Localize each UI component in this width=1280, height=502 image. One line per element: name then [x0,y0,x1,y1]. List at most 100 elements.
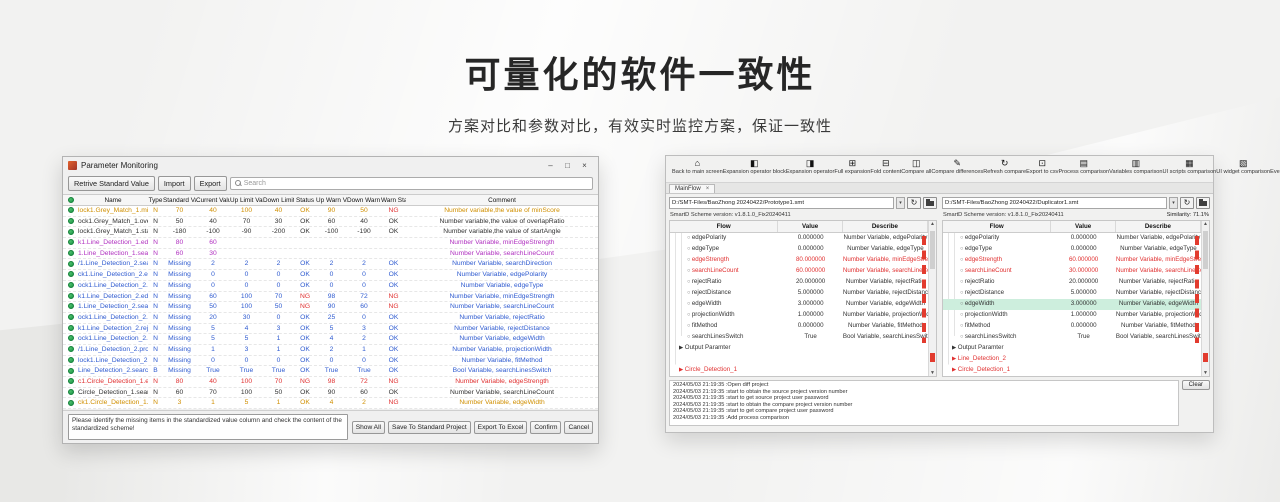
table-row[interactable]: ock1.Line_Detection_2.edgeTyp N Missing … [63,281,598,292]
tree-row[interactable]: searchLineCount 60.000000 Number Variabl… [670,266,928,277]
footer-button[interactable]: Confirm [530,421,561,434]
tree-row[interactable]: searchLineCount 30.000000 Number Variabl… [943,266,1201,277]
toolbar-item[interactable]: ⊞ Full expansion [834,158,870,175]
table-row[interactable]: lock1.Grey_Match_1.startAngle N -180 -10… [63,227,598,238]
tree-row[interactable]: searchLinesSwitch True Bool Variable, se… [943,332,1201,343]
table-row[interactable]: c1.Circle_Detection_1.edgeStre N 80 40 1… [63,377,598,388]
column-header[interactable]: Flow [943,221,1051,232]
tree-row[interactable]: edgePolarity 0.000000 Number Variable, e… [670,233,928,244]
column-header[interactable]: Name [78,195,148,205]
scroll-down-icon[interactable]: ▼ [929,370,936,376]
tree-row[interactable]: projectionWidth 1.000000 Number Variable… [943,310,1201,321]
tree-row[interactable]: rejectRatio 20.000000 Number Variable, r… [670,277,928,288]
tab-close-icon[interactable]: × [706,186,710,192]
tree-row[interactable]: edgeType 0.000000 Number Variable, edgeT… [670,244,928,255]
tab-mainflow[interactable]: MainFlow × [669,184,715,193]
column-header[interactable]: Flow [670,221,778,232]
tree-row[interactable]: edgePolarity 0.000000 Number Variable, e… [943,233,1201,244]
column-header[interactable]: Value [1051,221,1116,232]
tree-row[interactable]: rejectDistance 5.000000 Number Variable,… [943,288,1201,299]
column-header[interactable]: Down Limit Value [263,195,294,205]
table-row[interactable]: 1.Line_Detection_2.searchLines N Missing… [63,302,598,313]
scroll-up-icon[interactable]: ▲ [1202,221,1209,227]
table-row[interactable]: Line_Detection_2.searchLines B Missing T… [63,366,598,377]
table-row[interactable]: Circle_Detection_1.searchLine N 60 70 10… [63,388,598,399]
title-bar[interactable]: Parameter Monitoring – □ × [63,157,598,174]
toolbar-item[interactable]: ◧ Expansion operator block [723,158,786,175]
scroll-up-icon[interactable]: ▲ [929,221,936,227]
clear-log-button[interactable]: Clear [1182,380,1210,390]
search-input[interactable]: Search [230,177,593,190]
table-row[interactable]: ock1.Line_Detection_2.rejectRa N Missing… [63,313,598,324]
table-row[interactable]: lock1.Line_Detection_2.fitMetho N Missin… [63,356,598,367]
toolbar-item[interactable]: ⊡ Export to csv [1026,158,1058,175]
column-header[interactable]: Warn Status [381,195,406,205]
toolbar-item[interactable]: ✎ Compare differences [931,158,983,175]
maximize-button[interactable]: □ [559,159,576,173]
tree-row[interactable]: edgeWidth 3.000000 Number Variable, edge… [670,299,928,310]
tree-row[interactable]: edgeStrength 60.000000 Number Variable, … [943,255,1201,266]
table-row[interactable]: /1.Line_Detection_2.searchDire N Missing… [63,259,598,270]
toolbar-item[interactable]: ⌂ Back to main screen [672,158,723,175]
column-header[interactable]: Down Warn Value [347,195,381,205]
column-header[interactable]: Describe [843,221,928,232]
column-header[interactable]: Standard Value [163,195,196,205]
scrollbar[interactable]: ▲ ▼ [928,221,936,376]
footer-button[interactable]: Save To Standard Project [388,421,471,434]
toolbar-item[interactable]: ▥ Variables comparison [1109,158,1162,175]
toolbar-button[interactable]: Export [194,176,227,191]
tree-row[interactable]: projectionWidth 1.000000 Number Variable… [670,310,928,321]
column-header[interactable]: Type [148,195,163,205]
refresh-icon[interactable]: ↻ [1180,197,1194,209]
toolbar-item[interactable]: ◨ Expansion operator [786,158,835,175]
toolbar-button[interactable]: Retrive Standard Value [68,176,155,191]
table-row[interactable]: ck1.Circle_Detection_1.edgeWi N 3 1 5 1 … [63,398,598,409]
close-button[interactable]: × [576,159,593,173]
message-box[interactable]: Please identify the missing items in the… [68,414,348,440]
toolbar-button[interactable]: Import [158,176,191,191]
tree-row[interactable]: Circle_Detection_1 [670,365,928,376]
tree-row[interactable]: rejectDistance 5.000000 Number Variable,… [670,288,928,299]
column-header[interactable]: Status [294,195,316,205]
table-row[interactable]: 1.Line_Detection_1.searchLine N 60 30 Nu… [63,249,598,260]
toolbar-item[interactable]: ▧ UI widget comparison [1216,158,1270,175]
tree-row[interactable]: fitMethod 0.000000 Number Variable, fitM… [943,321,1201,332]
toolbar-item[interactable]: ▦ UI scripts comparison [1163,158,1217,175]
refresh-icon[interactable]: ↻ [907,197,921,209]
table-row[interactable]: k1.Line_Detection_2.edgeStren N Missing … [63,292,598,303]
toolbar-item[interactable]: ◫ Compare all [901,158,931,175]
tree-row[interactable]: edgeType 0.000000 Number Variable, edgeT… [943,244,1201,255]
table-row[interactable]: lock1.Grey_Match_1.minScore N 70 40 100 … [63,206,598,217]
column-header[interactable]: Up Limit Value [230,195,263,205]
table-row[interactable]: ck1.Line_Detection_2.edgePola N Missing … [63,270,598,281]
scrollbar[interactable]: ▲ ▼ [1201,221,1209,376]
column-header[interactable]: Value [778,221,843,232]
tree-row[interactable]: fitMethod 0.000000 Number Variable, fitM… [670,321,928,332]
column-header[interactable]: Up Warn Value [316,195,347,205]
scrollbar-thumb[interactable] [930,231,935,269]
tree-row[interactable]: edgeStrength 80.000000 Number Variable, … [670,255,928,266]
scroll-down-icon[interactable]: ▼ [1202,370,1209,376]
scrollbar-thumb[interactable] [1203,231,1208,269]
table-row[interactable]: ock1.Grey_Match_1.overlapRati N 50 40 70… [63,217,598,228]
source-path-input[interactable]: D:/SMT-Files/BaoZhong 20240422/Prototype… [669,197,894,209]
column-header[interactable]: Describe [1116,221,1201,232]
table-row[interactable]: ock1.Line_Detection_2.edgeWid N Missing … [63,334,598,345]
chevron-down-icon[interactable]: ▾ [896,197,905,209]
tree-row[interactable]: rejectRatio 20.000000 Number Variable, r… [943,277,1201,288]
table-row[interactable]: k1.Line_Detection_1.edgeStre N 80 60 Num… [63,238,598,249]
tree-row[interactable]: edgeWidth 3.000000 Number Variable, edge… [943,299,1201,310]
toolbar-item[interactable]: ⊟ Fold content [870,158,901,175]
footer-button[interactable]: Show All [352,421,385,434]
toolbar-item[interactable]: ▨ Event comparison [1270,158,1280,175]
table-row[interactable]: k1.Line_Detection_2.rejectDista N Missin… [63,324,598,335]
open-folder-icon[interactable] [1196,197,1210,209]
toolbar-item[interactable]: ▤ Process comparison [1058,158,1109,175]
footer-button[interactable]: Export To Excel [474,421,528,434]
table-row[interactable]: /1.Line_Detection_2.projections N Missin… [63,345,598,356]
toolbar-item[interactable]: ↻ Refresh compare [983,158,1026,175]
tree-row[interactable]: Line_Detection_2 [943,354,1201,365]
compare-path-input[interactable]: D:/SMT-Files/BaoZhong 20240422/Duplicato… [942,197,1167,209]
footer-button[interactable]: Cancel [564,421,593,434]
tree-row[interactable]: Circle_Detection_1 [943,365,1201,376]
